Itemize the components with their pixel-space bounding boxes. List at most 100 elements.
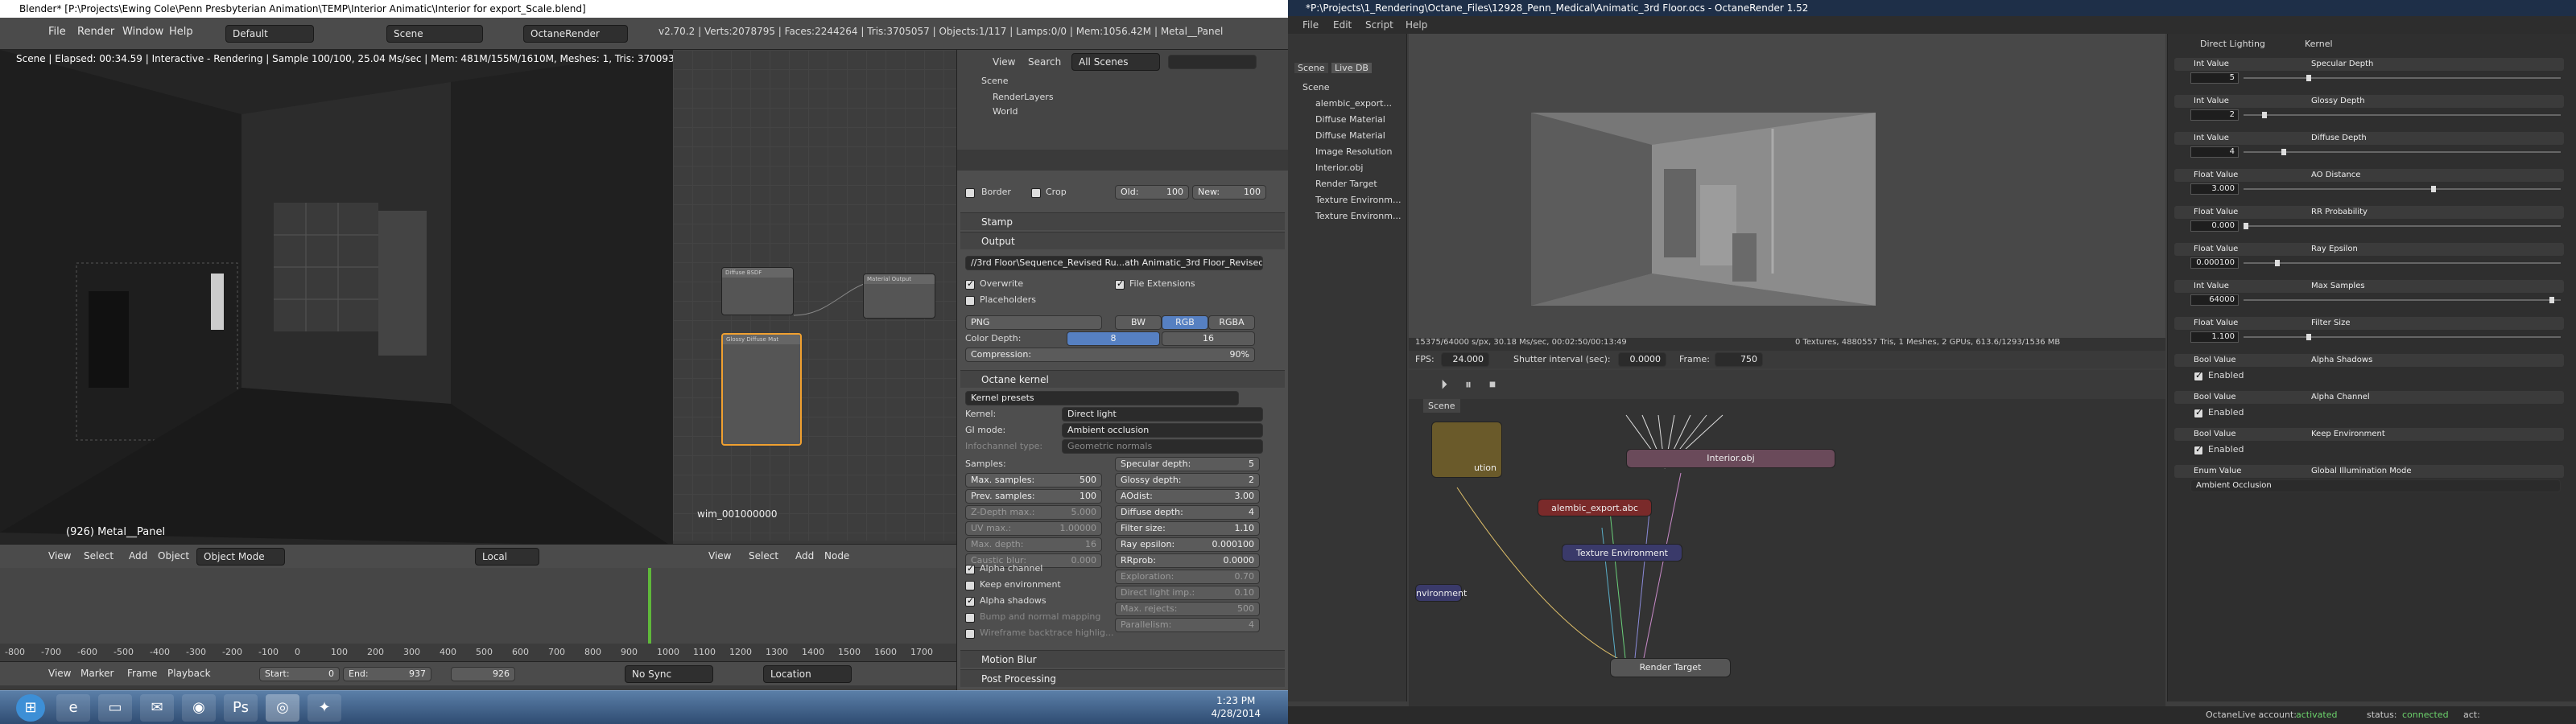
param-header[interactable]: Float Value AO Distance — [2174, 169, 2564, 182]
param-value-field[interactable]: 5 — [2190, 72, 2239, 84]
depth-8-button[interactable]: 8 — [1067, 331, 1160, 346]
outliner-node-item[interactable]: Image Resolution — [1315, 146, 1392, 157]
node-graph-editor[interactable]: Scene ution Interior.obj alembic_export.… — [1409, 399, 2165, 706]
end-frame-field[interactable]: End: 937 — [343, 667, 431, 681]
vp-menu-add[interactable]: Add — [129, 550, 147, 562]
tl-menu-view[interactable]: View — [48, 668, 71, 679]
tl-menu-frame[interactable]: Frame — [127, 668, 157, 679]
vp-menu-object[interactable]: Object — [158, 550, 189, 562]
param-slider-handle[interactable] — [2274, 260, 2280, 266]
compression-slider[interactable]: Compression: 90% — [965, 348, 1255, 362]
outliner-filter-dropdown[interactable]: All Scenes — [1071, 53, 1160, 71]
wireframe-checkbox[interactable] — [965, 629, 975, 639]
folder-icon[interactable]: ▭ — [98, 694, 132, 722]
vp-menu-view[interactable]: View — [48, 550, 71, 562]
param-header[interactable]: Int Value Specular Depth — [2174, 58, 2564, 71]
param-value-field[interactable]: 4 — [2190, 146, 2239, 158]
graph-node-render-target[interactable]: Render Target — [1610, 658, 1731, 677]
menu-file[interactable]: File — [48, 26, 66, 38]
output-section[interactable]: Output — [960, 232, 1285, 249]
param-header[interactable]: Float Value RR Probability — [2174, 206, 2564, 219]
param-slider[interactable] — [2244, 223, 2561, 229]
scene-dropdown[interactable]: Scene — [386, 25, 483, 43]
old-field[interactable]: Old: 100 — [1115, 185, 1189, 200]
sync-dropdown[interactable]: No Sync — [625, 665, 713, 683]
outliner-node-item[interactable]: alembic_export... — [1315, 98, 1392, 109]
kernel-dropdown[interactable]: Direct light — [1062, 407, 1263, 422]
oc-menu-file[interactable]: File — [1302, 19, 1319, 31]
graph-node-texture-environment[interactable]: Texture Environment — [1562, 544, 1682, 562]
depth-16-button[interactable]: 16 — [1162, 331, 1255, 346]
param-slider-handle[interactable] — [2244, 223, 2248, 229]
outliner-tab-livedb[interactable]: Live DB — [1331, 63, 1372, 73]
tl-menu-marker[interactable]: Marker — [80, 668, 114, 679]
post-processing-section[interactable]: Post Processing — [960, 669, 1285, 687]
tl-menu-playback[interactable]: Playback — [167, 668, 211, 679]
param-value-field[interactable]: 0.000 — [2190, 220, 2239, 232]
kernel-left-field[interactable]: UV max.: 1.00000 — [965, 521, 1102, 536]
param-slider[interactable] — [2244, 186, 2561, 192]
outliner-node-item[interactable]: Texture Environm... — [1315, 195, 1401, 205]
engine-dropdown[interactable]: OctaneRender — [523, 25, 628, 43]
param-slider[interactable] — [2244, 297, 2561, 303]
param-checkbox[interactable] — [2194, 370, 2203, 381]
param-value-field[interactable]: 0.000100 — [2190, 257, 2239, 269]
ne-menu-add[interactable]: Add — [795, 550, 814, 562]
param-header[interactable]: Enum Value Global Illumination Mode — [2174, 465, 2564, 478]
param-header[interactable]: Bool Value Keep Environment — [2174, 428, 2564, 441]
param-value-field[interactable]: 64000 — [2190, 294, 2239, 306]
kernel-presets-dropdown[interactable]: Kernel presets — [965, 391, 1239, 405]
start-orb-icon[interactable]: ⊞ — [16, 694, 45, 722]
param-slider[interactable] — [2244, 334, 2561, 340]
octane-kernel-section[interactable]: Octane kernel — [960, 370, 1285, 388]
kernel-right-field[interactable]: Exploration: 0.70 — [1115, 570, 1260, 584]
param-header[interactable]: Int Value Max Samples — [2174, 280, 2564, 293]
param-slider-handle[interactable] — [2430, 186, 2436, 192]
keying-set-dropdown[interactable]: Location — [763, 665, 852, 683]
outliner-node-item[interactable]: Diffuse Material — [1315, 114, 1385, 125]
param-slider-handle[interactable] — [2281, 149, 2286, 155]
stop-icon[interactable]: ⏹ — [1489, 376, 1496, 393]
kernel-right-field[interactable]: Filter size: 1.10 — [1115, 521, 1260, 536]
infochannel-dropdown[interactable]: Geometric normals — [1062, 439, 1263, 454]
node-diffuse-bsdf[interactable]: Diffuse BSDF — [721, 267, 794, 315]
placeholders-checkbox[interactable] — [965, 296, 975, 306]
param-slider-handle[interactable] — [2306, 75, 2311, 81]
output-path-field[interactable]: //3rd Floor\Sequence_Revised Ru...ath An… — [965, 256, 1263, 270]
outliner-search-input[interactable] — [1168, 55, 1257, 69]
ne-menu-select[interactable]: Select — [749, 550, 778, 562]
outliner-item-scene[interactable]: Scene — [981, 76, 1009, 86]
photoshop-icon[interactable]: Ps — [224, 694, 258, 722]
kernel-right-field[interactable]: Glossy depth: 2 — [1115, 473, 1260, 487]
properties-context-tabs[interactable] — [957, 150, 1288, 171]
outliner-node-item[interactable]: Interior.obj — [1315, 162, 1363, 173]
rgb-button[interactable]: RGB — [1162, 315, 1208, 330]
crop-checkbox[interactable] — [1031, 188, 1041, 198]
param-slider-handle[interactable] — [2306, 334, 2311, 340]
layout-dropdown[interactable]: Default — [225, 25, 314, 43]
oc-menu-help[interactable]: Help — [1406, 19, 1427, 31]
outliner-item-world[interactable]: World — [993, 106, 1018, 117]
param-slider[interactable] — [2244, 149, 2561, 155]
kernel-right-field[interactable]: RRprob: 0.0000 — [1115, 553, 1260, 568]
param-slider-handle[interactable] — [2262, 112, 2268, 118]
file-format-dropdown[interactable]: PNG — [965, 315, 1102, 330]
param-header[interactable]: Int Value Diffuse Depth — [2174, 132, 2564, 145]
graph-node-interior-obj[interactable]: Interior.obj — [1626, 449, 1835, 468]
menu-help[interactable]: Help — [169, 26, 193, 38]
oc-menu-script[interactable]: Script — [1365, 19, 1393, 31]
kernel-right-field[interactable]: Max. rejects: 500 — [1115, 602, 1260, 616]
stamp-section[interactable]: Stamp — [960, 212, 1285, 230]
param-value-field[interactable]: 3.000 — [2190, 183, 2239, 195]
outlook-icon[interactable]: ✉ — [140, 694, 174, 722]
pause-icon[interactable]: ⏸ — [1465, 376, 1472, 393]
param-header[interactable]: Bool Value Alpha Channel — [2174, 391, 2564, 404]
kernel-right-field[interactable]: Specular depth: 5 — [1115, 457, 1260, 471]
menu-render[interactable]: Render — [77, 26, 114, 38]
kernel-right-field[interactable]: Ray epsilon: 0.000100 — [1115, 537, 1260, 552]
motion-blur-section[interactable]: Motion Blur — [960, 650, 1285, 668]
mode-dropdown[interactable]: Object Mode — [196, 548, 285, 566]
node-material-output[interactable]: Material Output — [863, 274, 935, 319]
keep-environment-checkbox[interactable] — [965, 581, 975, 590]
kernel-left-field[interactable]: Max. depth: 16 — [965, 537, 1102, 552]
